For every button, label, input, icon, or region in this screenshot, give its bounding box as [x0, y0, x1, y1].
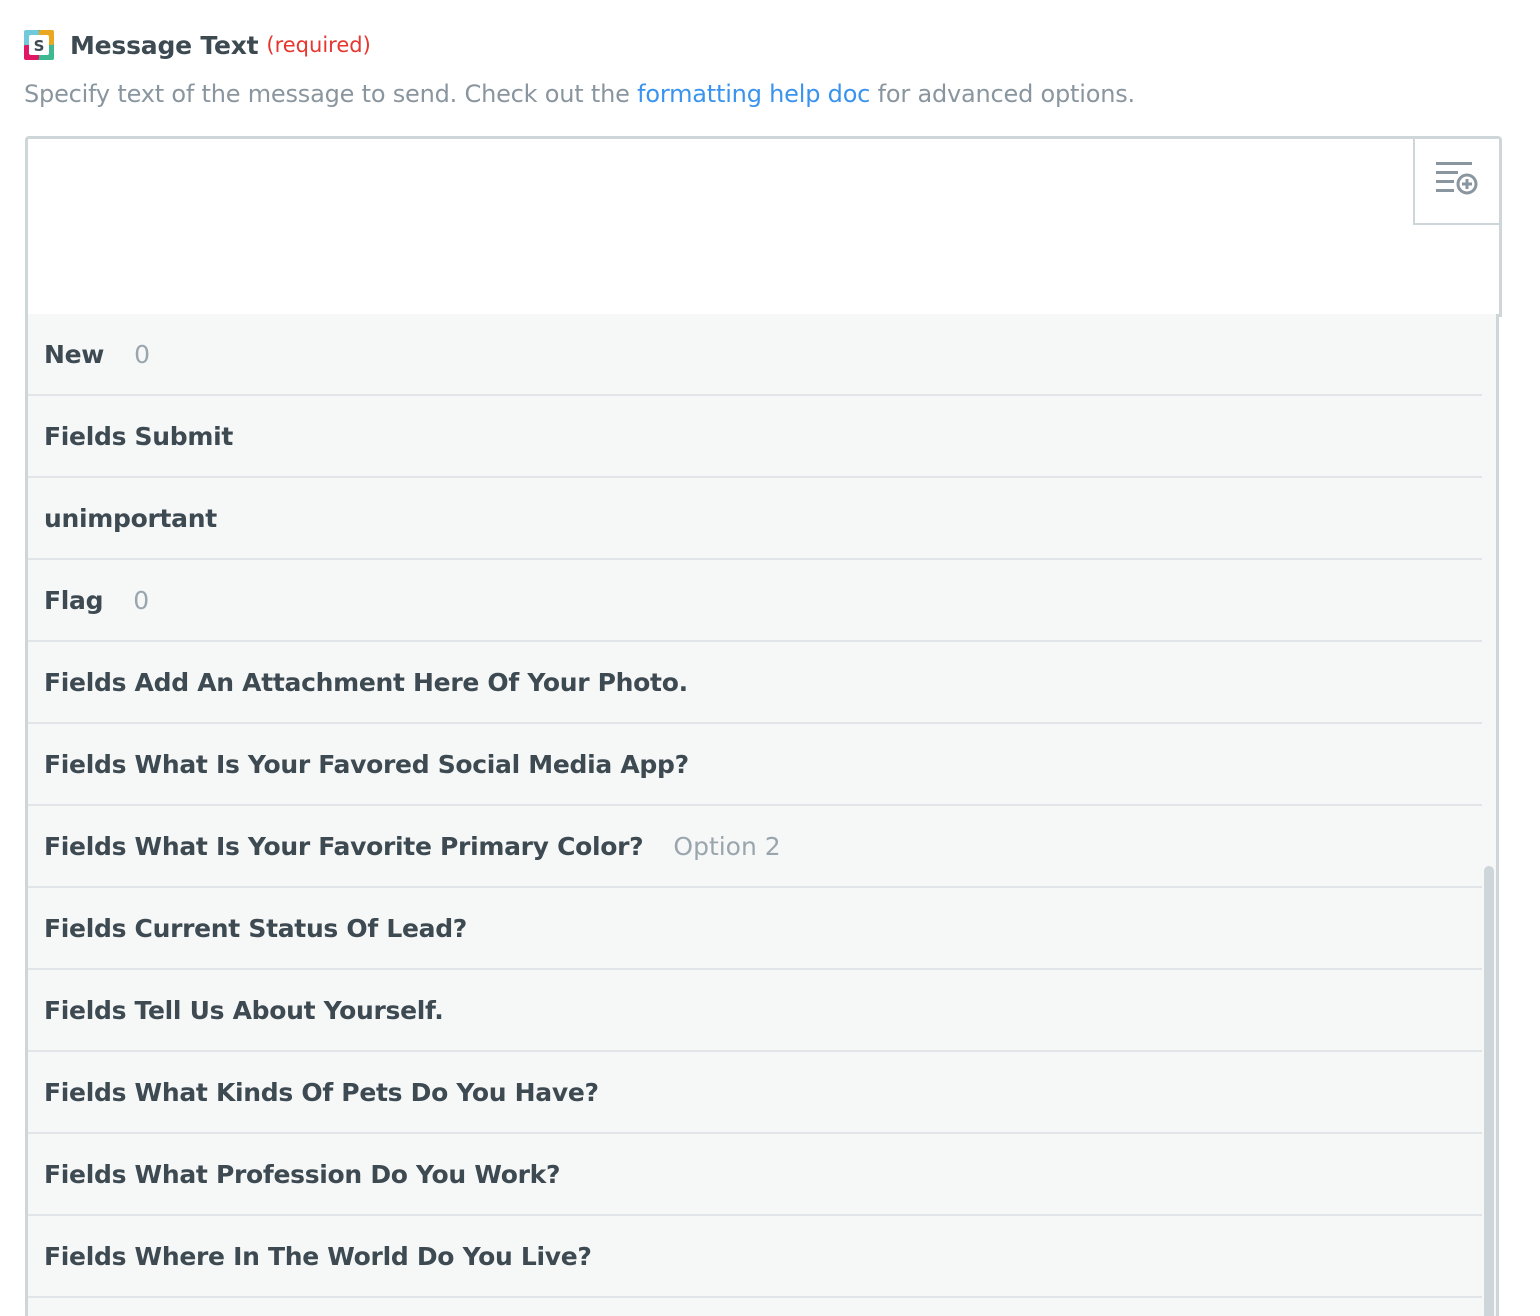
item-value: 0	[133, 585, 150, 615]
item-label: Fields Add An Attachment Here Of Your Ph…	[44, 667, 688, 697]
item-label: Fields Tell Us About Yourself.	[44, 995, 444, 1025]
list-item[interactable]: New 0	[28, 314, 1482, 396]
insert-field-icon	[1434, 159, 1480, 203]
list-item[interactable]: Fields Submit	[28, 396, 1482, 478]
svg-text:S: S	[34, 37, 45, 55]
item-label: Flag	[44, 585, 104, 615]
list-item[interactable]: Fields Add An Attachment Here Of Your Ph…	[28, 642, 1482, 724]
scrollbar-thumb[interactable]	[1484, 866, 1494, 1316]
item-label: Fields What Profession Do You Work?	[44, 1159, 561, 1189]
help-text: Specify text of the message to send. Che…	[24, 80, 1135, 108]
list-item[interactable]: Fields What Is Your Favored Social Media…	[28, 724, 1482, 806]
formatting-help-link[interactable]: formatting help doc	[637, 80, 870, 108]
help-text-prefix: Specify text of the message to send. Che…	[24, 80, 638, 108]
field-header: S Message Text (required)	[24, 28, 371, 62]
list-item[interactable]: Fields What Is Your Favorite Primary Col…	[28, 806, 1482, 888]
list-item[interactable]	[28, 1298, 1482, 1316]
list-item[interactable]: Fields What Profession Do You Work?	[28, 1134, 1482, 1216]
list-item[interactable]: Fields Where In The World Do You Live?	[28, 1216, 1482, 1298]
item-label: Fields Current Status Of Lead?	[44, 913, 468, 943]
help-text-suffix: for advanced options.	[870, 80, 1136, 108]
item-label: Fields What Is Your Favorite Primary Col…	[44, 831, 644, 861]
item-value: Option 2	[673, 831, 781, 861]
item-value: 0	[134, 339, 150, 369]
item-label: New	[44, 339, 105, 369]
item-label: Fields What Kinds Of Pets Do You Have?	[44, 1077, 599, 1107]
list-item[interactable]: Fields Current Status Of Lead?	[28, 888, 1482, 970]
list-item[interactable]: unimportant	[28, 478, 1482, 560]
insert-field-button[interactable]	[1413, 139, 1499, 225]
slack-logo-icon: S	[24, 30, 54, 60]
required-indicator: (required)	[266, 33, 371, 57]
list-item[interactable]: Flag 0	[28, 560, 1482, 642]
item-label: Fields Where In The World Do You Live?	[44, 1241, 592, 1271]
scrollbar-track[interactable]	[1482, 314, 1496, 1316]
field-picker-dropdown: New 0 Fields Submit unimportant Flag 0 F…	[25, 314, 1499, 1316]
list-item[interactable]: Fields Tell Us About Yourself.	[28, 970, 1482, 1052]
message-text-editor[interactable]	[25, 136, 1502, 317]
item-label: Fields What Is Your Favored Social Media…	[44, 749, 689, 779]
item-label: unimportant	[44, 503, 217, 533]
item-label: Fields Submit	[44, 421, 234, 451]
list-item[interactable]: Fields What Kinds Of Pets Do You Have?	[28, 1052, 1482, 1134]
field-label: Message Text	[70, 30, 259, 60]
